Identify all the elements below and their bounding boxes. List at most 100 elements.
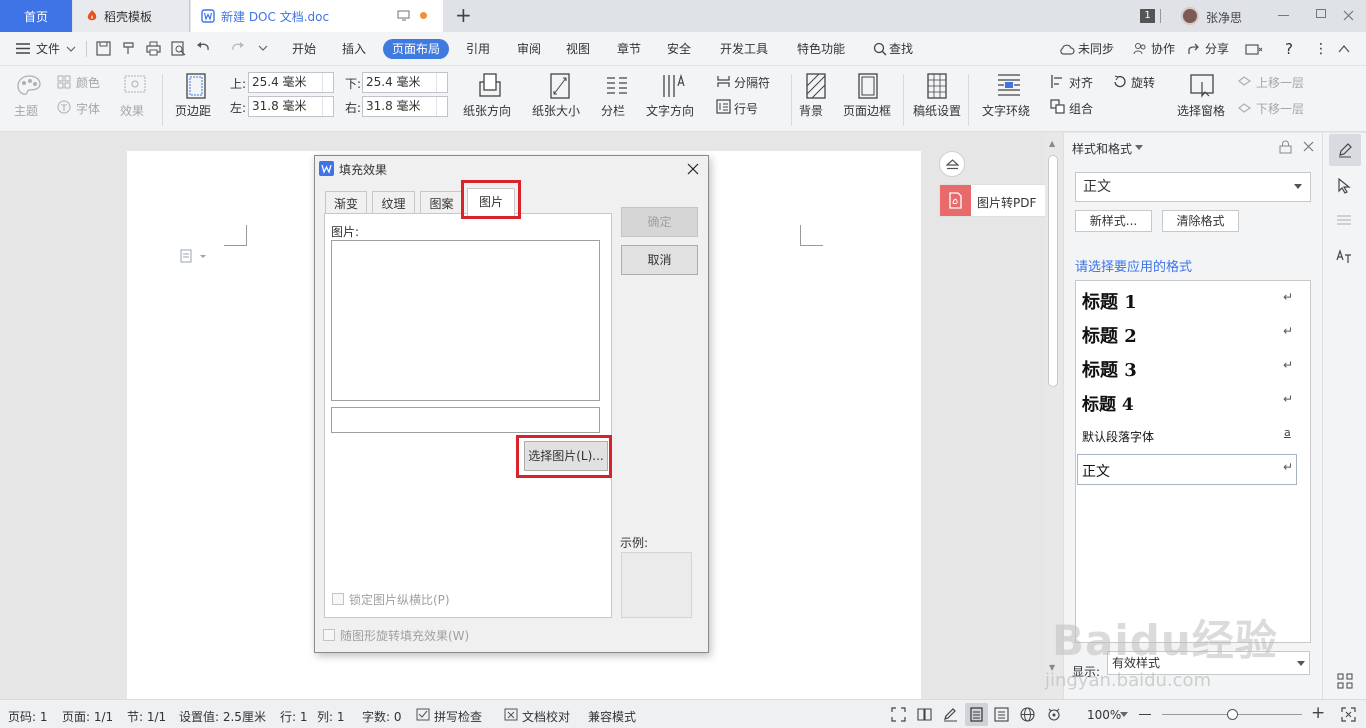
panel-close-icon[interactable]	[1303, 141, 1314, 152]
menu-special[interactable]: 特色功能	[797, 39, 845, 59]
zoom-in-icon[interactable]: +	[1311, 703, 1325, 723]
lock-icon[interactable]	[1279, 140, 1292, 154]
sync-status[interactable]: 未同步	[1078, 39, 1114, 59]
status-section[interactable]: 节: 1/1	[127, 708, 166, 725]
tab-pattern[interactable]: 图案	[420, 191, 463, 215]
cloud-icon[interactable]	[1059, 43, 1075, 55]
zoom-slider-thumb[interactable]	[1226, 709, 1238, 720]
page-view-active[interactable]	[965, 703, 988, 726]
rotate-icon[interactable]	[1112, 74, 1127, 89]
outline-view-icon[interactable]	[994, 707, 1009, 722]
align-button[interactable]: 对齐	[1069, 74, 1093, 91]
menu-page-layout[interactable]: 页面布局	[383, 39, 450, 59]
effect-icon[interactable]	[123, 74, 147, 94]
menu-review[interactable]: 审阅	[517, 39, 541, 59]
toolbar-settings-icon[interactable]	[1245, 42, 1263, 56]
margins-button[interactable]: 页边距	[175, 102, 211, 119]
print-preview-icon[interactable]	[171, 41, 186, 56]
font-button[interactable]: 字体	[76, 100, 100, 117]
app-grid-icon[interactable]	[1337, 673, 1353, 689]
menu-file[interactable]: 文件	[36, 39, 60, 59]
chevron-down-icon[interactable]	[1297, 661, 1305, 666]
wrap-text-button[interactable]: 文字环绕	[982, 102, 1030, 119]
style-default-paragraph-font[interactable]: 默认段落字体	[1082, 428, 1154, 445]
chevron-down-icon[interactable]	[1135, 145, 1143, 150]
margin-bottom-input[interactable]: 25.4 毫米	[362, 72, 448, 93]
margin-right-input[interactable]: 31.8 毫米	[362, 96, 448, 117]
background-button[interactable]: 背景	[799, 102, 823, 119]
current-style-select[interactable]: 正文	[1075, 172, 1311, 202]
ok-button[interactable]: 确定	[621, 207, 698, 237]
quick-access-more-icon[interactable]	[258, 45, 268, 52]
menu-insert[interactable]: 插入	[342, 39, 366, 59]
wrap-text-icon[interactable]	[996, 72, 1022, 98]
fit-window-icon[interactable]	[1341, 707, 1356, 722]
restore-icon[interactable]	[1316, 9, 1326, 18]
selection-pane-button[interactable]: 选择窗格	[1177, 102, 1225, 119]
window-count-badge[interactable]: 1	[1140, 9, 1155, 23]
picture-name-field[interactable]	[331, 407, 600, 433]
theme-button[interactable]: 主题	[14, 102, 38, 119]
collapse-ribbon-icon[interactable]	[1338, 44, 1350, 53]
background-icon[interactable]	[804, 72, 828, 100]
status-column[interactable]: 列: 1	[317, 708, 345, 725]
columns-icon[interactable]	[605, 74, 629, 98]
edit-tool-active[interactable]	[1329, 134, 1361, 166]
dialog-close-icon[interactable]	[687, 163, 699, 175]
breaks-button[interactable]: 分隔符	[734, 74, 770, 91]
menu-developer[interactable]: 开发工具	[720, 39, 768, 59]
lock-ratio-checkbox[interactable]	[332, 593, 344, 605]
save-icon[interactable]	[96, 41, 111, 56]
style-normal[interactable]: 正文	[1082, 461, 1110, 481]
format-painter-icon[interactable]	[121, 41, 136, 56]
status-word-count[interactable]: 字数: 0	[362, 708, 402, 725]
menu-search[interactable]: 查找	[889, 39, 913, 59]
clear-format-button[interactable]: 清除格式	[1162, 210, 1239, 232]
status-row[interactable]: 行: 1	[280, 708, 308, 725]
selection-pane-icon[interactable]	[1189, 72, 1215, 98]
orientation-button[interactable]: 纸张方向	[463, 102, 511, 119]
orientation-icon[interactable]	[476, 72, 504, 100]
status-setting[interactable]: 设置值: 2.5厘米	[179, 708, 266, 725]
print-icon[interactable]	[146, 41, 161, 56]
share-icon[interactable]	[1187, 42, 1201, 56]
new-style-button[interactable]: 新样式...	[1075, 210, 1152, 232]
tab-texture[interactable]: 纹理	[372, 191, 415, 215]
spell-check-button[interactable]: 拼写检查	[434, 708, 482, 725]
doc-check-button[interactable]: 文档校对	[522, 708, 570, 725]
cancel-button[interactable]: 取消	[621, 245, 698, 275]
zoom-slider[interactable]	[1162, 709, 1302, 720]
draft-paper-icon[interactable]	[925, 72, 949, 100]
user-name[interactable]: 张净思	[1206, 9, 1242, 26]
theme-icon[interactable]	[16, 74, 42, 98]
translate-icon[interactable]	[1335, 248, 1353, 264]
margin-top-input[interactable]: 25.4 毫米	[248, 72, 334, 93]
adjust-icon[interactable]	[1336, 213, 1352, 227]
margin-left-input[interactable]: 31.8 毫米	[248, 96, 334, 117]
new-tab-button[interactable]: +	[455, 5, 472, 25]
collab-button[interactable]: 协作	[1151, 39, 1175, 59]
rotate-with-shape-checkbox[interactable]	[323, 629, 335, 641]
minimize-icon[interactable]	[1278, 15, 1289, 16]
fullscreen-icon[interactable]	[891, 707, 906, 722]
send-backward-button[interactable]: 下移一层	[1256, 100, 1304, 117]
user-avatar[interactable]	[1181, 7, 1199, 25]
status-pages[interactable]: 页面: 1/1	[62, 708, 113, 725]
margins-icon[interactable]	[184, 72, 208, 100]
tab-template[interactable]: 稻壳模板	[73, 0, 190, 32]
menu-start[interactable]: 开始	[292, 39, 316, 59]
redo-icon[interactable]	[230, 41, 245, 56]
zoom-out-icon[interactable]	[1139, 714, 1151, 715]
paragraph-mark-icon[interactable]	[180, 249, 210, 263]
paper-size-button[interactable]: 纸张大小	[532, 102, 580, 119]
menu-view[interactable]: 视图	[566, 39, 590, 59]
bring-forward-icon[interactable]	[1237, 74, 1252, 89]
spell-check-icon[interactable]	[416, 708, 430, 721]
menu-security[interactable]: 安全	[667, 39, 691, 59]
breaks-icon[interactable]	[716, 74, 731, 89]
help-icon[interactable]: ?	[1285, 39, 1293, 59]
menu-references[interactable]: 引用	[466, 39, 490, 59]
paper-size-icon[interactable]	[548, 72, 572, 100]
text-direction-button[interactable]: 文字方向	[646, 102, 694, 119]
hamburger-icon[interactable]	[16, 43, 30, 54]
